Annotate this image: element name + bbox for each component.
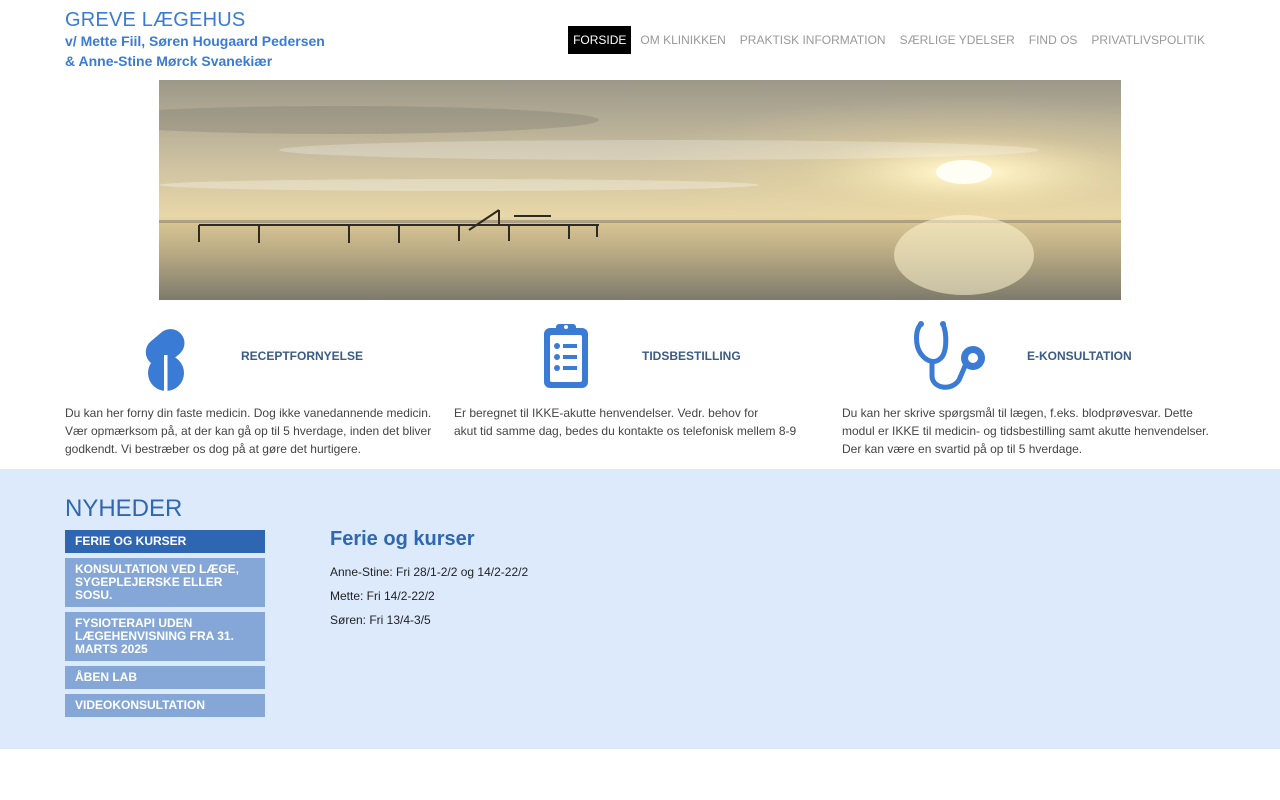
- news-item-ferie-og-kurser[interactable]: FERIE OG KURSER: [65, 530, 265, 553]
- main-nav: FORSIDE OM KLINIKKEN PRAKTISK INFORMATIO…: [564, 26, 1210, 54]
- nav-item-praktisk-information[interactable]: PRAKTISK INFORMATION: [735, 26, 891, 54]
- nav-item-find-os[interactable]: FIND OS: [1024, 26, 1083, 54]
- feature-text-receptfornyelse: Du kan her forny din faste medicin. Dog …: [65, 406, 432, 456]
- feature-title-e-konsultation[interactable]: E-KONSULTATION: [1027, 349, 1132, 363]
- nav-item-saerlige-ydelser[interactable]: SÆRLIGE YDELSER: [895, 26, 1020, 54]
- article-line: Mette: Fri 14/2-22/2: [330, 589, 435, 603]
- news-item-videokonsultation[interactable]: VIDEOKONSULTATION: [65, 694, 265, 717]
- site-subtitle-line1: v/ Mette Fiil, Søren Hougaard Pedersen: [65, 33, 325, 49]
- site-title[interactable]: GREVE LÆGEHUS: [65, 9, 245, 32]
- nav-item-om-klinikken[interactable]: OM KLINIKKEN: [635, 26, 730, 54]
- site-subtitle-line2: & Anne-Stine Mørck Svanekiær: [65, 53, 273, 69]
- feature-title-receptfornyelse[interactable]: RECEPTFORNYELSE: [241, 349, 363, 363]
- news-list: FERIE OG KURSER KONSULTATION VED LÆGE, S…: [65, 530, 265, 722]
- nav-item-forside[interactable]: FORSIDE: [568, 26, 632, 54]
- hero-image: [159, 80, 1121, 300]
- news-item-konsultation[interactable]: KONSULTATION VED LÆGE, SYGEPLEJERSKE ELL…: [65, 558, 265, 607]
- feature-text-tidsbestilling: Er beregnet til IKKE-akutte henvendelser…: [454, 406, 797, 438]
- feature-text-e-konsultation: Du kan her skrive spørgsmål til lægen, f…: [842, 406, 1209, 456]
- news-item-aaben-lab[interactable]: ÅBEN LAB: [65, 666, 265, 689]
- article-title: Ferie og kurser: [330, 528, 475, 550]
- feature-title-tidsbestilling[interactable]: TIDSBESTILLING: [642, 349, 741, 363]
- news-item-fysioterapi[interactable]: FYSIOTERAPI UDEN LÆGEHENVISNING FRA 31. …: [65, 612, 265, 661]
- pill-icon[interactable]: [135, 321, 198, 392]
- news-heading: NYHEDER: [65, 495, 183, 522]
- news-section: NYHEDER FERIE OG KURSER KONSULTATION VED…: [0, 469, 1280, 749]
- nav-item-privatlivspolitik[interactable]: PRIVATLIVSPOLITIK: [1086, 26, 1210, 54]
- article-line: Søren: Fri 13/4-3/5: [330, 613, 431, 627]
- clipboard-icon[interactable]: [541, 322, 591, 390]
- stethoscope-icon[interactable]: [913, 320, 989, 392]
- article-line: Anne-Stine: Fri 28/1-2/2 og 14/2-22/2: [330, 565, 529, 579]
